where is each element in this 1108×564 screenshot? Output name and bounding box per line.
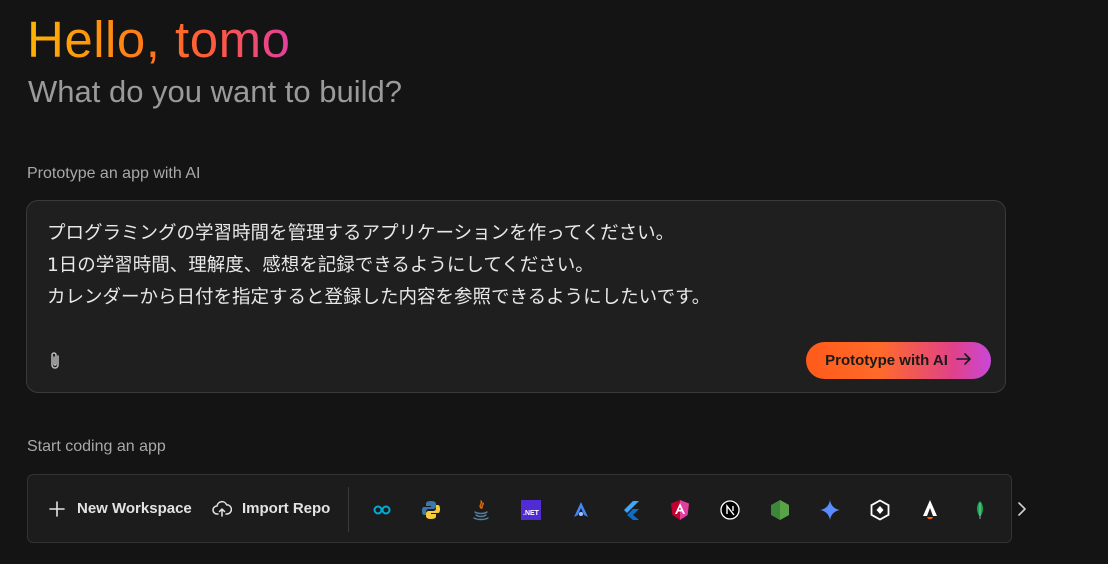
nextjs-icon[interactable]	[719, 499, 741, 521]
plus-icon	[47, 499, 67, 519]
dotnet-label: .NET	[521, 500, 541, 520]
angular-icon[interactable]	[669, 499, 691, 521]
new-workspace-button[interactable]: New Workspace	[47, 475, 192, 542]
prototype-button-label: Prototype with AI	[825, 352, 948, 369]
coding-section-label: Start coding an app	[27, 438, 166, 455]
import-repo-label: Import Repo	[242, 500, 331, 517]
hexagon-icon[interactable]	[869, 499, 891, 521]
flutter-icon[interactable]	[620, 499, 642, 521]
page-subtitle: What do you want to build?	[28, 74, 402, 109]
prompt-box[interactable]: プログラミングの学習時間を管理するアプリケーションを作ってください。 1日の学習…	[26, 200, 1006, 393]
prototype-section-label: Prototype an app with AI	[27, 165, 201, 182]
new-workspace-label: New Workspace	[77, 500, 192, 517]
prompt-line: プログラミングの学習時間を管理するアプリケーションを作ってください。	[47, 223, 675, 244]
template-bar: New Workspace Import Repo .NET	[27, 474, 1012, 543]
dotnet-icon[interactable]: .NET	[520, 499, 542, 521]
prompt-line: 1日の学習時間、理解度、感想を記録できるようにしてください。	[47, 255, 594, 276]
prototype-with-ai-button[interactable]: Prototype with AI	[806, 342, 991, 379]
python-icon[interactable]	[420, 499, 442, 521]
arrow-right-icon	[956, 350, 972, 371]
prompt-line: カレンダーから日付を指定すると登録した内容を参照できるようにしたいです。	[47, 287, 711, 308]
prompt-input[interactable]: プログラミングの学習時間を管理するアプリケーションを作ってください。 1日の学習…	[47, 218, 985, 314]
scroll-fade	[991, 475, 1011, 542]
cloud-upload-icon	[212, 499, 232, 519]
java-icon[interactable]	[470, 499, 492, 521]
greeting-title: Hello, tomo	[27, 11, 291, 68]
go-icon[interactable]	[371, 499, 393, 521]
chevron-right-icon[interactable]	[1013, 498, 1031, 520]
gemini-icon[interactable]	[819, 499, 841, 521]
divider	[348, 487, 349, 532]
astro-icon[interactable]	[570, 499, 592, 521]
import-repo-button[interactable]: Import Repo	[212, 475, 330, 542]
paperclip-icon[interactable]	[48, 351, 64, 371]
mongodb-icon[interactable]	[969, 499, 991, 521]
nodejs-icon[interactable]	[769, 499, 791, 521]
astro-a-icon[interactable]	[919, 499, 941, 521]
